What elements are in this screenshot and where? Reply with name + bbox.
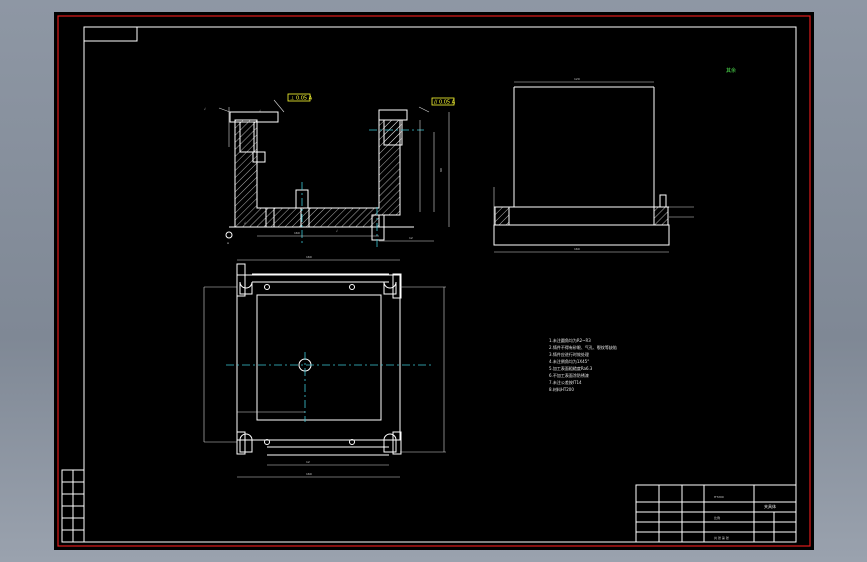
svg-text:12: 12 [409, 236, 413, 240]
svg-text:12: 12 [306, 460, 310, 464]
side-view: 120 160 其余 [493, 67, 736, 253]
svg-text:其余: 其余 [726, 67, 736, 74]
svg-text:3.铸件应进行时效处理: 3.铸件应进行时效处理 [549, 351, 589, 357]
svg-text:160: 160 [294, 231, 300, 235]
svg-text:4.未注倒角均为1X45°: 4.未注倒角均为1X45° [549, 358, 589, 364]
title-block: 夹具体 HT200 比例 共 张 第 张 [635, 484, 797, 543]
drawing-number-box [83, 26, 138, 42]
cad-drawing: 160 12 90 A ⊥ 0.05 A // 0.05 A √ √ √ √ 1… [57, 15, 811, 547]
svg-text:160: 160 [306, 255, 312, 259]
svg-text:120: 120 [574, 77, 580, 81]
svg-text:// 0.05 A: // 0.05 A [434, 100, 456, 106]
svg-text:6.不加工表面涂防锈漆: 6.不加工表面涂防锈漆 [549, 372, 589, 378]
svg-text:√: √ [204, 107, 206, 111]
svg-text:共 张 第 张: 共 张 第 张 [714, 535, 729, 540]
svg-text:1.未注圆角均为R2~R3: 1.未注圆角均为R2~R3 [549, 337, 591, 343]
svg-text:夹具体: 夹具体 [764, 503, 776, 509]
svg-text:8.材料HT200: 8.材料HT200 [549, 386, 574, 392]
drawing-canvas[interactable]: 160 12 90 A ⊥ 0.05 A // 0.05 A √ √ √ √ 1… [54, 12, 814, 550]
svg-text:√: √ [336, 229, 338, 233]
svg-text:HT200: HT200 [714, 495, 724, 499]
svg-text:⊥ 0.05 A: ⊥ 0.05 A [290, 96, 313, 102]
technical-notes: 1.未注圆角均为R2~R3 2.铸件不得有砂眼、气孔、裂纹等缺陷 3.铸件应进行… [549, 337, 617, 392]
svg-text:√: √ [244, 221, 246, 225]
svg-text:比例: 比例 [714, 515, 720, 520]
svg-text:90: 90 [439, 168, 443, 172]
svg-text:2.铸件不得有砂眼、气孔、裂纹等缺陷: 2.铸件不得有砂眼、气孔、裂纹等缺陷 [549, 344, 617, 350]
svg-text:7.未注公差按IT14: 7.未注公差按IT14 [549, 379, 582, 385]
svg-text:160: 160 [574, 247, 580, 251]
revision-block [61, 469, 85, 543]
svg-text:A: A [227, 241, 230, 245]
drawing-border-outer [57, 15, 811, 547]
svg-text:√: √ [259, 109, 261, 113]
svg-text:5.加工表面粗糙度Ra6.3: 5.加工表面粗糙度Ra6.3 [549, 365, 593, 371]
top-view: 160 12 160 [203, 255, 446, 478]
front-section-view: 160 12 90 A ⊥ 0.05 A // 0.05 A √ √ √ √ [204, 93, 456, 247]
svg-text:160: 160 [306, 472, 312, 476]
